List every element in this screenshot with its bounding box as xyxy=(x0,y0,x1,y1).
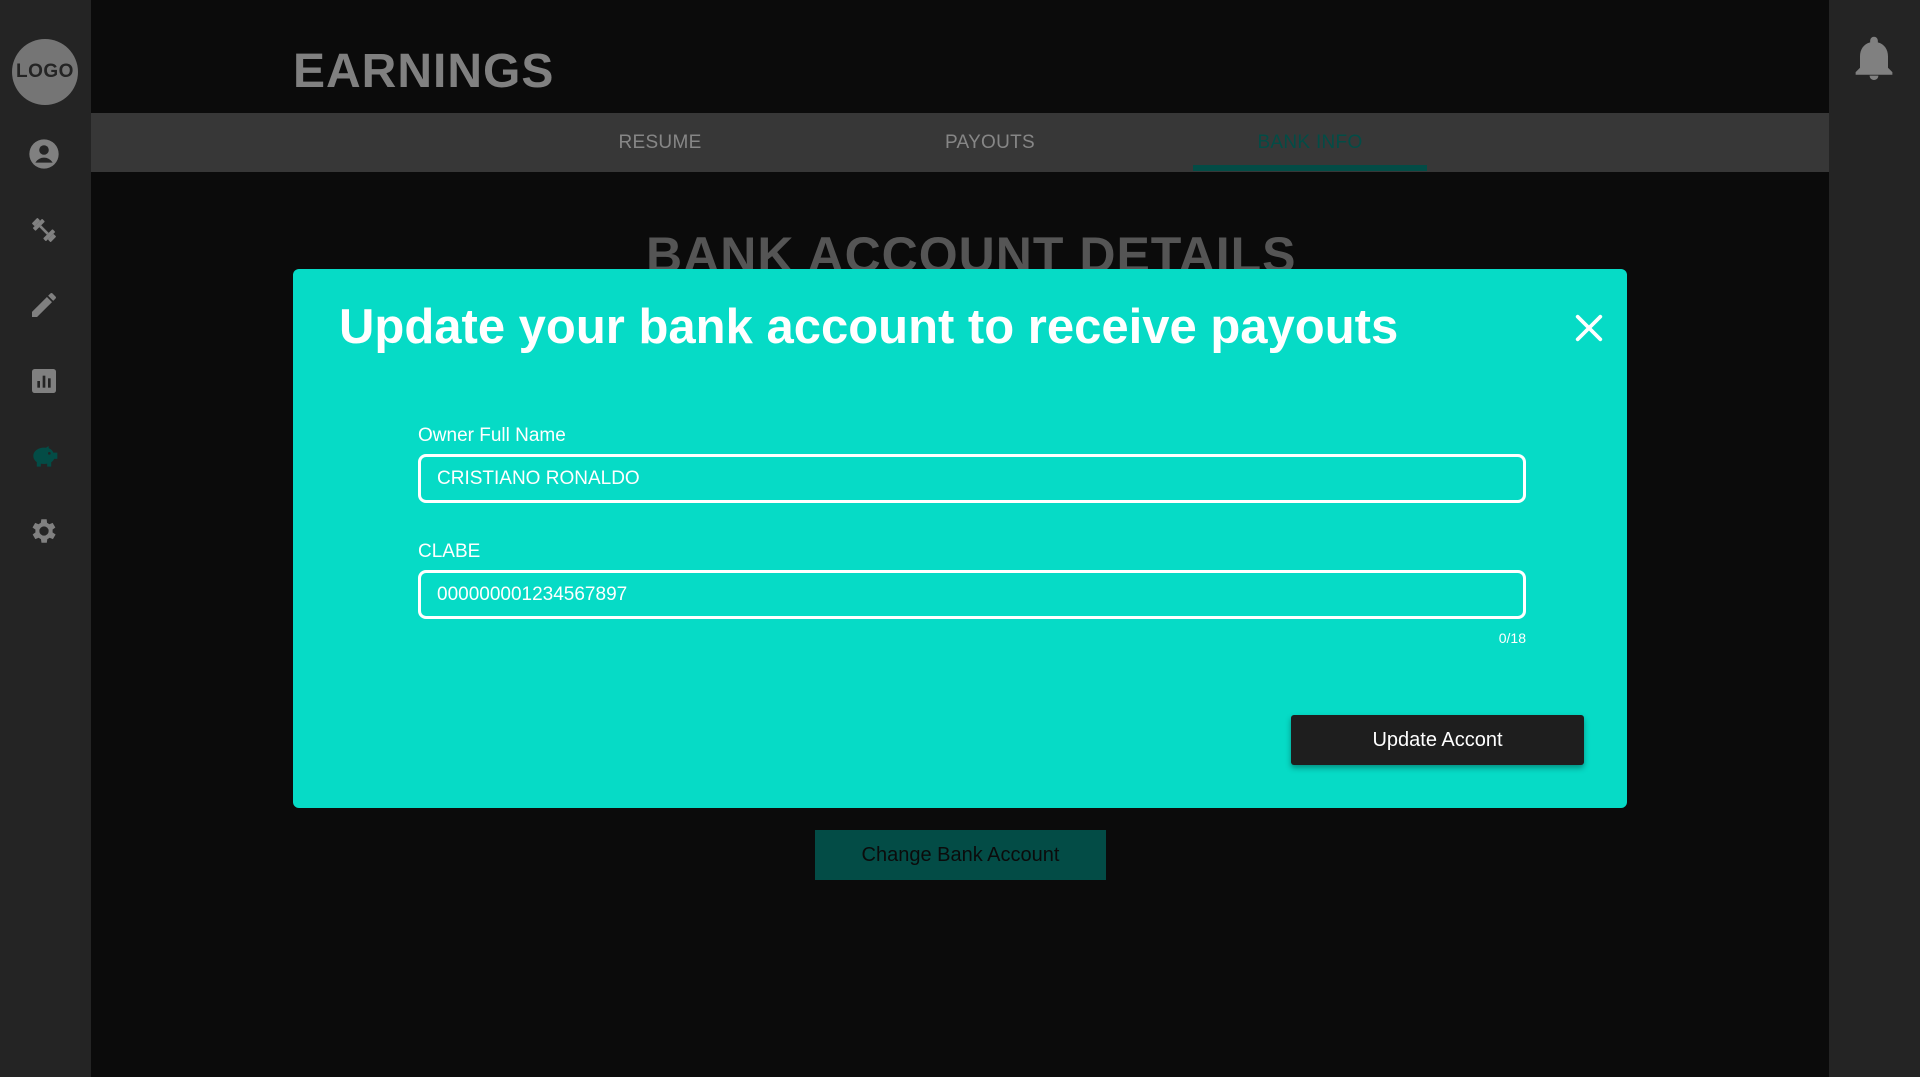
owner-name-field[interactable] xyxy=(418,454,1526,503)
owner-name-label: Owner Full Name xyxy=(418,425,566,446)
update-bank-modal: Update your bank account to receive payo… xyxy=(293,269,1627,808)
close-icon[interactable] xyxy=(1569,308,1609,348)
modal-title: Update your bank account to receive payo… xyxy=(339,300,1399,354)
clabe-char-counter: 0/18 xyxy=(1498,630,1526,646)
clabe-label: CLABE xyxy=(418,541,481,562)
clabe-field[interactable] xyxy=(418,570,1526,619)
update-account-button[interactable]: Update Accont xyxy=(1291,715,1584,765)
